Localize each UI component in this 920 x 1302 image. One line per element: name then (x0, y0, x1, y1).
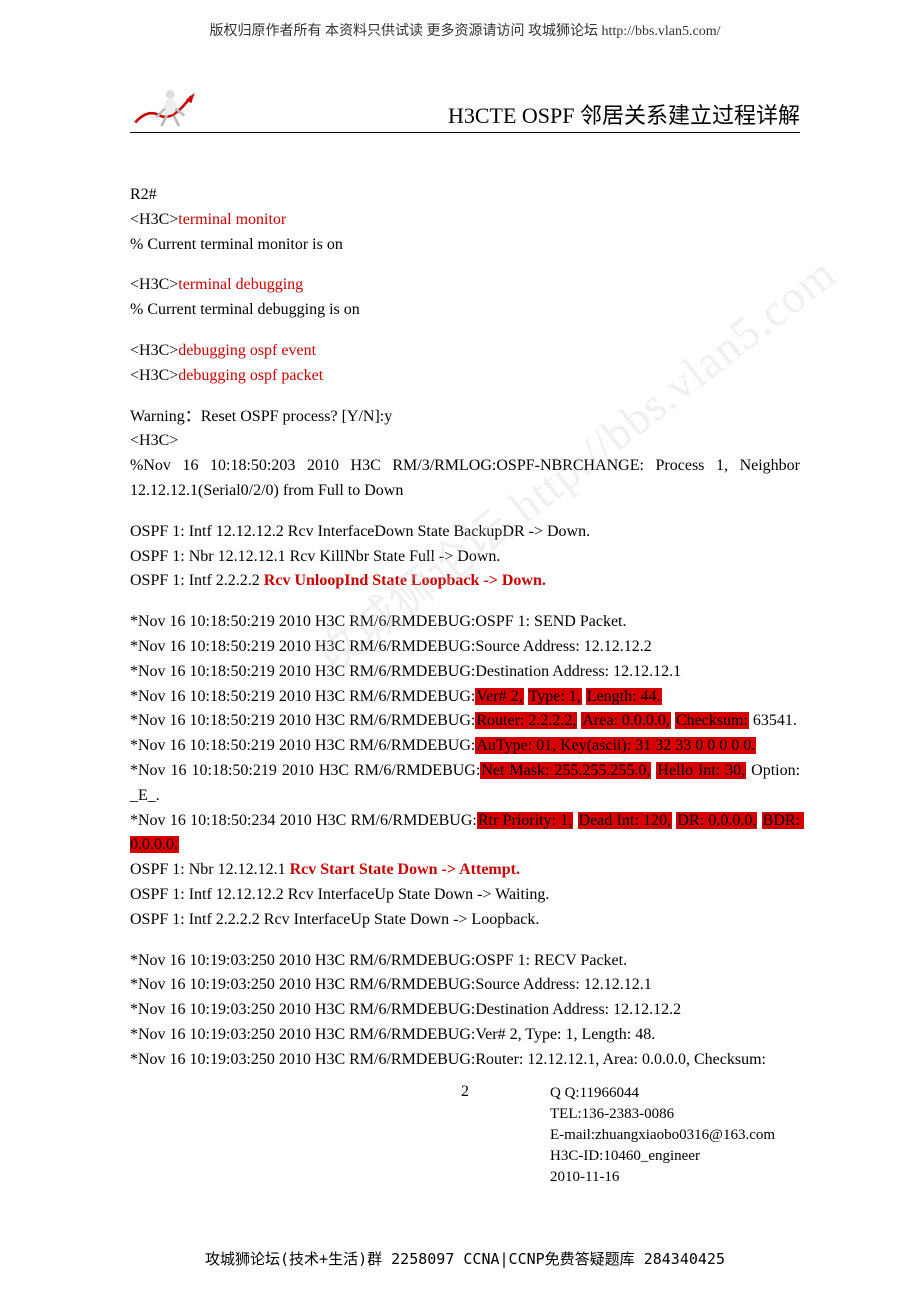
line: *Nov 16 10:18:50:219 2010 H3C RM/6/RMDEB… (130, 709, 800, 734)
line: *Nov 16 10:19:03:250 2010 H3C RM/6/RMDEB… (130, 973, 800, 998)
line: *Nov 16 10:19:03:250 2010 H3C RM/6/RMDEB… (130, 1048, 800, 1073)
line: R2# (130, 183, 800, 208)
line: % Current terminal monitor is on (130, 233, 800, 258)
line: OSPF 1: Intf 12.12.12.2 Rcv InterfaceUp … (130, 883, 800, 908)
line: <H3C>terminal debugging (130, 273, 800, 298)
line: %Nov 16 10:18:50:203 2010 H3C RM/3/RMLOG… (130, 454, 800, 504)
line: *Nov 16 10:18:50:219 2010 H3C RM/6/RMDEB… (130, 635, 800, 660)
document-title: H3CTE OSPF 邻居关系建立过程详解 (448, 98, 800, 130)
logo-icon (130, 80, 200, 130)
line: *Nov 16 10:18:50:234 2010 H3C RM/6/RMDEB… (130, 809, 800, 859)
line: % Current terminal debugging is on (130, 298, 800, 323)
line: OSPF 1: Nbr 12.12.12.1 Rcv KillNbr State… (130, 545, 800, 570)
footer-h3cid: H3C-ID:10460_engineer (550, 1146, 800, 1167)
line: *Nov 16 10:18:50:219 2010 H3C RM/6/RMDEB… (130, 660, 800, 685)
footer-contact: Q Q:11966044 TEL:136-2383-0086 E-mail:zh… (550, 1083, 800, 1188)
footer-email: E-mail:zhuangxiaobo0316@163.com (550, 1125, 800, 1146)
bottom-footer: 攻城狮论坛(技术+生活)群 2258097 CCNA|CCNP免费答疑题库 28… (130, 1248, 800, 1269)
line: *Nov 16 10:19:03:250 2010 H3C RM/6/RMDEB… (130, 949, 800, 974)
footer-tel: TEL:136-2383-0086 (550, 1104, 800, 1125)
line: *Nov 16 10:18:50:219 2010 H3C RM/6/RMDEB… (130, 685, 800, 710)
line: OSPF 1: Intf 12.12.12.2 Rcv InterfaceDow… (130, 520, 800, 545)
line: <H3C>terminal monitor (130, 208, 800, 233)
line: *Nov 16 10:18:50:219 2010 H3C RM/6/RMDEB… (130, 734, 800, 759)
footer-qq: Q Q:11966044 (550, 1083, 800, 1104)
line: <H3C>debugging ospf event (130, 339, 800, 364)
line: OSPF 1: Nbr 12.12.12.1 Rcv Start State D… (130, 858, 800, 883)
terminal-output: R2# <H3C>terminal monitor % Current term… (130, 183, 800, 1073)
footer-date: 2010-11-16 (550, 1167, 800, 1188)
line: *Nov 16 10:19:03:250 2010 H3C RM/6/RMDEB… (130, 998, 800, 1023)
top-copyright-header: 版权归原作者所有 本资料只供试读 更多资源请访问 攻城狮论坛 http://bb… (130, 20, 800, 40)
line: <H3C>debugging ospf packet (130, 364, 800, 389)
line: <H3C> (130, 429, 800, 454)
line: Warning：Reset OSPF process? [Y/N]:y (130, 405, 800, 430)
line: *Nov 16 10:19:03:250 2010 H3C RM/6/RMDEB… (130, 1023, 800, 1048)
line: *Nov 16 10:18:50:219 2010 H3C RM/6/RMDEB… (130, 759, 800, 809)
line: OSPF 1: Intf 2.2.2.2 Rcv UnloopInd State… (130, 569, 800, 594)
line: *Nov 16 10:18:50:219 2010 H3C RM/6/RMDEB… (130, 610, 800, 635)
line: OSPF 1: Intf 2.2.2.2 Rcv InterfaceUp Sta… (130, 908, 800, 933)
document-header: H3CTE OSPF 邻居关系建立过程详解 (130, 80, 800, 133)
